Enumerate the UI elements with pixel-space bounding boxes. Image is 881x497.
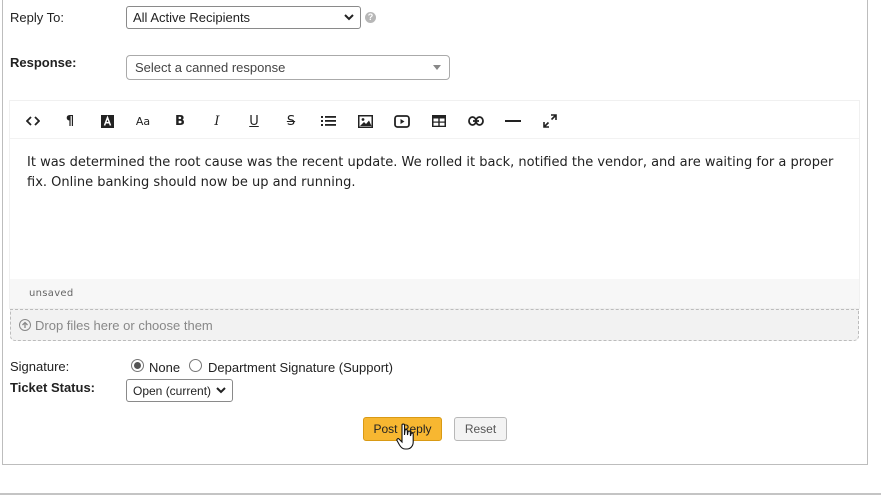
file-dropzone[interactable]: Drop files here or choose them (10, 309, 859, 341)
hand-pointer-icon (396, 423, 414, 450)
strikethrough-icon[interactable]: S (279, 110, 303, 132)
table-icon[interactable] (427, 110, 451, 132)
editor-content[interactable]: It was determined the root cause was the… (27, 153, 852, 193)
canned-response-select[interactable]: Select a canned response (126, 55, 450, 80)
italic-icon[interactable]: I (205, 110, 229, 132)
signature-label: Signature: (10, 359, 70, 374)
link-icon[interactable] (464, 110, 488, 132)
image-icon[interactable] (353, 110, 377, 132)
signature-department-radio[interactable] (189, 359, 202, 372)
bold-icon[interactable]: B (168, 110, 192, 132)
upload-icon (19, 319, 31, 331)
caret-down-icon (433, 65, 441, 70)
save-status-text: unsaved (29, 288, 74, 299)
chevron-down-icon (216, 387, 226, 394)
save-status-bar: unsaved (10, 279, 859, 308)
chevron-down-icon (344, 14, 354, 21)
ticket-status-select[interactable]: Open (current) (126, 379, 233, 402)
editor-toolbar: ¶ Aa B I U S (10, 101, 859, 139)
ticket-status-label: Ticket Status: (10, 380, 96, 395)
code-view-icon[interactable] (21, 110, 45, 132)
fullscreen-icon[interactable] (538, 110, 562, 132)
reply-to-value: All Active Recipients (133, 10, 251, 25)
signature-none-radio[interactable] (131, 359, 144, 372)
video-icon[interactable] (390, 110, 414, 132)
font-color-icon[interactable] (95, 110, 119, 132)
response-label: Response: (10, 55, 77, 70)
ticket-status-value: Open (current) (133, 383, 212, 398)
paragraph-icon[interactable]: ¶ (58, 110, 82, 132)
signature-none-label[interactable]: None (149, 360, 180, 375)
reply-to-select[interactable]: All Active Recipients (126, 6, 361, 29)
reset-button[interactable]: Reset (454, 417, 507, 441)
signature-department-label[interactable]: Department Signature (Support) (208, 360, 393, 375)
canned-response-placeholder: Select a canned response (135, 60, 286, 75)
rich-text-editor: ¶ Aa B I U S It was determined the root (10, 101, 859, 308)
font-size-icon[interactable]: Aa (131, 110, 155, 132)
horizontal-rule-icon[interactable] (501, 110, 525, 132)
underline-icon[interactable]: U (242, 110, 266, 132)
list-icon[interactable] (316, 110, 340, 132)
divider (0, 493, 881, 495)
dropzone-text: Drop files here or choose them (35, 317, 213, 333)
help-icon[interactable]: ? (365, 12, 376, 23)
reply-to-label: Reply To: (10, 10, 64, 25)
